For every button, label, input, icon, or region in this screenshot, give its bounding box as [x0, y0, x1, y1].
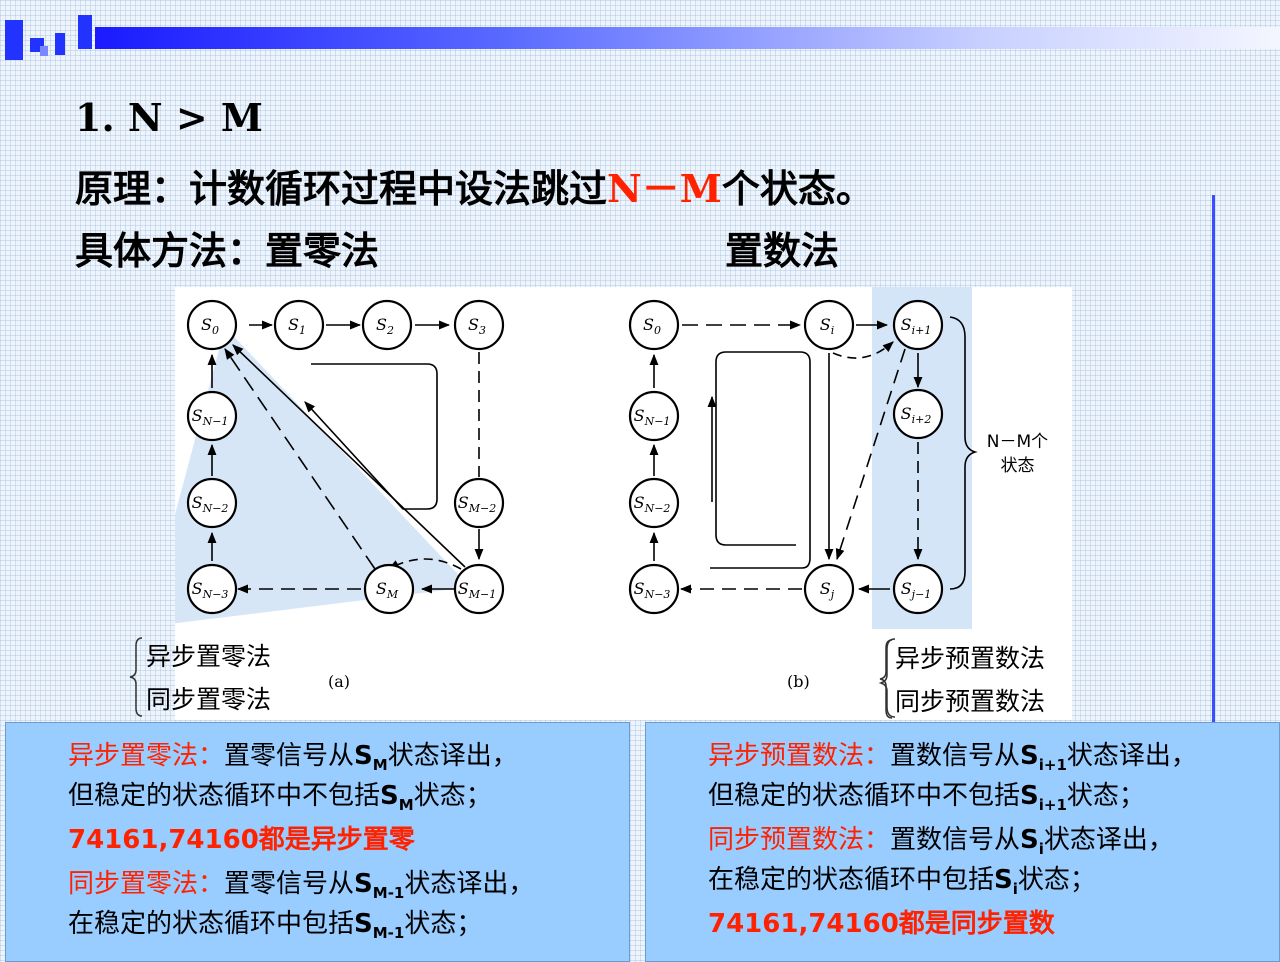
reset-async-line2: 但稳定的状态循环中不包括SM状态； [68, 775, 492, 814]
text: 置零信号从 [224, 869, 355, 899]
header-gradient-bar [95, 27, 1280, 49]
method-b-async: 异步预置数法 [895, 644, 1046, 673]
method-b-sync: 同步预置数法 [895, 687, 1046, 716]
header-square-3 [55, 33, 65, 55]
symbol: SM-1 [354, 909, 405, 943]
symbol: SM [354, 741, 388, 775]
symbol-base: S [380, 781, 399, 811]
symbol: SM-1 [354, 869, 405, 903]
text: 置数信号从 [890, 825, 1021, 855]
b-node-siplus1: Si+1 [892, 299, 944, 351]
brace-label-line1: N－M个 [986, 432, 1049, 452]
text: 状态译出， [1043, 825, 1174, 855]
preset-async-line2: 但稳定的状态循环中不包括Si+1状态； [708, 775, 1145, 814]
caption-b: (b) [787, 672, 810, 691]
caption-a: (a) [328, 672, 351, 691]
symbol: Si+1 [1020, 781, 1067, 815]
symbol-base: S [1020, 825, 1039, 855]
b-node-s0: S0 [628, 299, 680, 351]
preset-sync-line2: 在稳定的状态循环中包括Si状态； [708, 859, 1096, 898]
principle-highlight: N－M [607, 166, 722, 211]
b-node-si: Si [803, 299, 855, 351]
text: 状态； [1066, 781, 1145, 811]
preset-sync-label: 同步预置数法： [708, 825, 891, 855]
a-node-smminus2: SM−2 [453, 477, 505, 529]
symbol-sub: M [372, 756, 388, 775]
symbol-base: S [354, 869, 373, 899]
reset-async-line1: 异步置零法：置零信号从SM状态译出， [68, 735, 518, 774]
text: 状态； [1017, 865, 1096, 895]
a-node-s3: S3 [453, 299, 505, 351]
symbol-base: S [354, 741, 373, 771]
b-node-snminus2: SN−2 [628, 477, 680, 529]
symbol: Si+1 [1020, 741, 1067, 775]
text: 状态译出， [1066, 741, 1197, 771]
method-line-left: 具体方法：置零法 [75, 228, 380, 273]
right-vertical-line [1212, 195, 1215, 725]
text: 状态译出， [387, 741, 518, 771]
text: 在稳定的状态循环中包括 [68, 909, 355, 939]
text: 置零信号从 [224, 741, 355, 771]
symbol-base: S [1020, 781, 1039, 811]
method-a-async: 异步置零法 [146, 642, 272, 671]
symbol-sub: M-1 [372, 924, 405, 943]
b-node-snminus3: SN−3 [628, 563, 680, 615]
b-node-siplus2: Si+2 [892, 388, 944, 440]
symbol-base: S [994, 865, 1013, 895]
text: 置数信号从 [890, 741, 1021, 771]
text: 状态译出， [404, 869, 535, 899]
a-node-s1: S1 [273, 299, 325, 351]
preset-chip-note: 74161,74160都是同步置数 [708, 909, 1055, 939]
principle-prefix: 原理：计数循环过程中设法跳过 [75, 166, 608, 211]
b-node-sjminus1: Sj−1 [892, 563, 944, 615]
brace-label: N－M个 状态 [975, 430, 1060, 478]
text: 状态； [404, 909, 483, 939]
preset-sync-line1: 同步预置数法：置数信号从Si状态译出， [708, 819, 1174, 858]
symbol-sub: i+1 [1038, 796, 1067, 815]
symbol-sub: i+1 [1038, 756, 1067, 775]
preset-method-box: 异步预置数法：置数信号从Si+1状态译出， 但稳定的状态循环中不包括Si+1状态… [645, 722, 1280, 962]
reset-sync-line1: 同步置零法：置零信号从SM-1状态译出， [68, 863, 534, 902]
brace-label-line2: 状态 [1000, 456, 1035, 476]
preset-async-label: 异步预置数法： [708, 741, 891, 771]
reset-chip-note: 74161,74160都是异步置零 [68, 825, 415, 855]
symbol-sub: M-1 [372, 884, 405, 903]
header-square-5 [40, 46, 48, 56]
header-square-4 [78, 15, 92, 49]
a-node-smminus1: SM−1 [453, 563, 505, 615]
b-node-snminus1: SN−1 [628, 390, 680, 442]
text: 状态； [413, 781, 492, 811]
text: 在稳定的状态循环中包括 [708, 865, 995, 895]
method-a-sync: 同步置零法 [146, 685, 272, 714]
a-node-sm: SM [363, 563, 415, 615]
text: 但稳定的状态循环中不包括 [708, 781, 1021, 811]
a-node-snminus1: SN−1 [186, 390, 238, 442]
a-node-snminus3: SN−3 [186, 563, 238, 615]
b-node-sj: Sj [803, 563, 855, 615]
symbol: Si [994, 865, 1018, 898]
symbol: Si [1020, 825, 1044, 858]
header-square-1 [5, 20, 23, 60]
reset-sync-line2: 在稳定的状态循环中包括SM-1状态； [68, 903, 482, 942]
symbol-sub: M [398, 796, 414, 815]
text: 但稳定的状态循环中不包括 [68, 781, 381, 811]
section-title: 1. N > M [75, 95, 263, 140]
reset-sync-label: 同步置零法： [68, 869, 225, 899]
reset-method-box: 异步置零法：置零信号从SM状态译出， 但稳定的状态循环中不包括SM状态； 741… [5, 722, 630, 962]
preset-async-line1: 异步预置数法：置数信号从Si+1状态译出， [708, 735, 1197, 774]
a-node-s2: S2 [361, 299, 413, 351]
reset-async-label: 异步置零法： [68, 741, 225, 771]
symbol-base: S [354, 909, 373, 939]
method-line-right: 置数法 [725, 228, 840, 273]
principle-line: 原理：计数循环过程中设法跳过N－M个状态。 [75, 158, 874, 213]
a-node-s0: S0 [186, 299, 238, 351]
symbol: SM [380, 781, 414, 815]
bracket-a [129, 637, 143, 717]
principle-suffix: 个状态。 [721, 166, 874, 211]
a-node-snminus2: SN−2 [186, 477, 238, 529]
symbol-base: S [1020, 741, 1039, 771]
